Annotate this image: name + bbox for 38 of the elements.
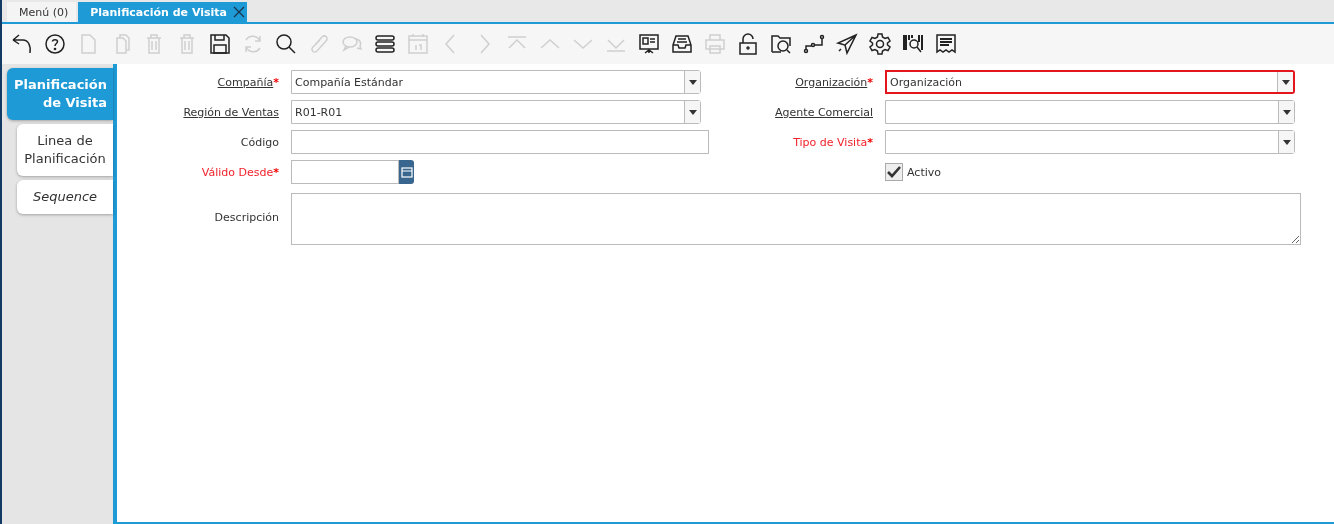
field-label: Tipo de Visita* <box>793 135 873 149</box>
grid-icon[interactable] <box>373 32 397 56</box>
send-icon[interactable] <box>835 32 859 56</box>
text-field[interactable] <box>291 130 709 154</box>
window-tab[interactable]: Menú (0) <box>7 2 77 22</box>
caret-icon <box>1282 139 1291 145</box>
sidebar-tab[interactable]: Sequence <box>17 180 113 214</box>
dropdown-field[interactable]: R01-R01 <box>291 100 701 124</box>
caret-icon <box>688 109 697 115</box>
field-label: Código <box>240 135 279 149</box>
caret-icon <box>1282 109 1291 115</box>
calendar-button[interactable] <box>399 160 414 184</box>
caret-icon <box>1281 79 1290 85</box>
sidebar-tab[interactable]: Linea de Planificación <box>17 124 113 176</box>
field-label[interactable]: Compañía* <box>217 75 279 89</box>
field-label[interactable]: Agente Comercial <box>775 105 873 119</box>
dropdown-field[interactable] <box>885 100 1295 124</box>
search-icon[interactable] <box>274 32 298 56</box>
undo-icon[interactable] <box>10 32 34 56</box>
field-label[interactable]: Organización* <box>795 75 873 89</box>
field-label: Descripción <box>214 211 279 224</box>
caret-icon <box>688 79 697 85</box>
save-icon[interactable] <box>208 32 232 56</box>
close-icon[interactable] <box>233 6 245 18</box>
date-field[interactable] <box>291 160 399 184</box>
dropdown-field[interactable] <box>885 130 1295 154</box>
description-field[interactable] <box>291 193 1301 245</box>
settings-icon[interactable] <box>868 32 892 56</box>
help-icon[interactable] <box>43 32 67 56</box>
active-checkbox[interactable]: Activo <box>885 160 1293 184</box>
receipt-icon[interactable] <box>934 32 958 56</box>
check-icon <box>886 164 902 180</box>
archive-icon[interactable] <box>670 32 694 56</box>
dropdown-field[interactable]: Compañía Estándar <box>291 70 701 94</box>
lock-icon[interactable] <box>736 32 760 56</box>
field-label[interactable]: Región de Ventas <box>183 105 279 119</box>
field-label: Válido Desde* <box>201 165 279 179</box>
dropdown-field[interactable]: Organización <box>885 70 1295 94</box>
